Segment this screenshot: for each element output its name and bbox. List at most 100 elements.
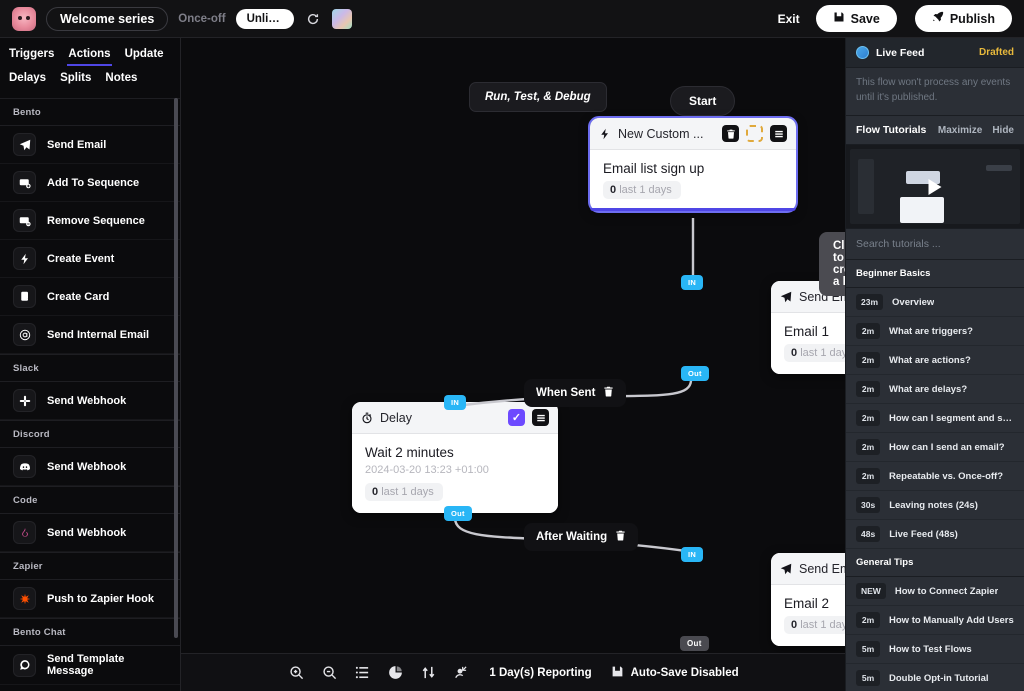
node-stat-text: last 1 days: [381, 486, 434, 498]
list-item[interactable]: NEW How to Connect Zapier: [846, 577, 1024, 606]
port-out-send-email-2[interactable]: Out: [680, 636, 709, 651]
tutorial-duration-badge: 2m: [856, 468, 880, 484]
list-item[interactable]: 48s Live Feed (48s): [846, 520, 1024, 549]
node-new-custom-trigger[interactable]: New Custom ... Email list sign up 0 last…: [588, 116, 798, 213]
list-item[interactable]: 30s Leaving notes (24s): [846, 491, 1024, 520]
hide-button[interactable]: Hide: [992, 125, 1014, 136]
tutorial-label: Repeatable vs. Once-off?: [889, 470, 1004, 482]
list-item[interactable]: 2m Repeatable vs. Once-off?: [846, 462, 1024, 491]
node-send-email-2[interactable]: Send Email Email 2 0 last 1 days: [771, 553, 845, 646]
trash-icon[interactable]: [603, 386, 614, 400]
sidebar-item-add-to-sequence[interactable]: Add To Sequence: [0, 164, 180, 202]
sidebar-item-discord-webhook[interactable]: Send Webhook: [0, 448, 180, 486]
list-item[interactable]: 23m Overview: [846, 288, 1024, 317]
zoom-out-icon[interactable]: [320, 664, 338, 682]
flow-canvas[interactable]: Run, Test, & Debug Start New Custom ...: [181, 38, 845, 691]
limit-pill[interactable]: Unlimi...: [235, 8, 294, 29]
node-stat-text: last 1 days: [619, 184, 672, 196]
sidebar-item-send-sms[interactable]: Send SMS: [0, 685, 180, 691]
save-label: Save: [850, 11, 880, 26]
list-item[interactable]: 2m How to Manually Add Users: [846, 606, 1024, 635]
sidebar-item-slack-webhook[interactable]: Send Webhook: [0, 382, 180, 420]
node-stat-text: last 1 days: [800, 619, 845, 631]
tutorial-duration-badge: 2m: [856, 323, 880, 339]
autosave-toggle[interactable]: Auto-Save Disabled: [611, 665, 739, 681]
port-in-send-email-1[interactable]: IN: [681, 275, 704, 290]
create-link-tooltip[interactable]: Click to create a link: [819, 232, 845, 296]
port-in-delay[interactable]: IN: [444, 395, 467, 410]
flow-thumbnail[interactable]: [331, 8, 352, 29]
pig-avatar-icon[interactable]: [12, 6, 36, 31]
tutorial-duration-badge: 5m: [856, 670, 880, 686]
tab-triggers[interactable]: Triggers: [8, 46, 55, 66]
tab-notes[interactable]: Notes: [104, 70, 138, 90]
sidebar-item-create-event[interactable]: Create Event: [0, 240, 180, 278]
node-sub-text: 2024-03-20 13:23 +01:00: [365, 464, 489, 476]
edge-label-after-waiting[interactable]: After Waiting: [524, 523, 639, 551]
refresh-icon[interactable]: [304, 10, 322, 28]
list-menu-icon[interactable]: [770, 125, 787, 142]
sidebar-item-send-internal-email[interactable]: Send Internal Email: [0, 316, 180, 354]
autosave-label: Auto-Save Disabled: [630, 666, 739, 679]
tutorial-duration-badge: NEW: [856, 583, 886, 599]
trash-icon[interactable]: [722, 125, 739, 142]
publish-button[interactable]: Publish: [914, 5, 1012, 32]
play-icon[interactable]: [928, 178, 942, 195]
trash-icon[interactable]: [615, 530, 626, 544]
left-sidebar: Triggers Actions Update Delays Splits No…: [0, 38, 181, 691]
port-in-send-email-2[interactable]: IN: [681, 547, 704, 562]
status-badge: Drafted: [978, 47, 1014, 58]
list-item[interactable]: 2m What are triggers?: [846, 317, 1024, 346]
exit-button[interactable]: Exit: [778, 12, 800, 26]
run-test-debug-button[interactable]: Run, Test, & Debug: [469, 82, 607, 112]
maximize-button[interactable]: Maximize: [938, 125, 982, 136]
add-user-icon[interactable]: [452, 664, 470, 682]
purple-check-icon[interactable]: ✓: [508, 409, 525, 426]
list-item[interactable]: 2m What are delays?: [846, 375, 1024, 404]
sidebar-item-send-template-message[interactable]: Send Template Message: [0, 646, 180, 685]
list-item[interactable]: 5m Double Opt-in Tutorial: [846, 664, 1024, 691]
node-header: New Custom ...: [590, 118, 796, 150]
tab-actions[interactable]: Actions: [67, 46, 112, 66]
tutorial-duration-badge: 2m: [856, 352, 880, 368]
node-delay[interactable]: Delay ✓ Wait 2 minutes 2024-03-20 13:23 …: [352, 402, 558, 513]
node-main-text: Email list sign up: [603, 161, 705, 176]
tab-delays[interactable]: Delays: [8, 70, 47, 90]
pie-chart-icon[interactable]: [386, 664, 404, 682]
list-item[interactable]: 2m What are actions?: [846, 346, 1024, 375]
code-webhook-icon: [13, 521, 36, 544]
sidebar-scrollbar[interactable]: [174, 98, 178, 638]
split-paths-icon[interactable]: [419, 664, 437, 682]
list-menu-icon[interactable]: [532, 409, 549, 426]
flow-name-field[interactable]: Welcome series: [46, 6, 169, 31]
sidebar-item-push-to-zapier-hook[interactable]: Push to Zapier Hook: [0, 580, 180, 618]
sidebar-item-code-webhook[interactable]: Send Webhook: [0, 514, 180, 552]
sidebar-item-send-email[interactable]: Send Email: [0, 126, 180, 164]
node-stat-count: 0: [372, 486, 379, 498]
sidebar-item-create-card[interactable]: Create Card: [0, 278, 180, 316]
list-item[interactable]: 2m How can I send an email?: [846, 433, 1024, 462]
schedule-type-label[interactable]: Once-off: [178, 13, 225, 25]
zoom-in-icon[interactable]: [287, 664, 305, 682]
port-out-send-email-1[interactable]: Out: [681, 366, 709, 381]
reporting-range-label: 1 Day(s) Reporting: [489, 666, 592, 679]
edge-label-when-sent[interactable]: When Sent: [524, 379, 627, 407]
tutorial-duration-badge: 2m: [856, 439, 880, 455]
node-main-text: Email 1: [784, 324, 830, 339]
tab-splits[interactable]: Splits: [59, 70, 92, 90]
tutorial-video-player[interactable]: [846, 145, 1024, 229]
port-out-delay[interactable]: Out: [444, 506, 472, 521]
sidebar-item-remove-sequence[interactable]: Remove Sequence: [0, 202, 180, 240]
list-item[interactable]: 2m How can I segment and split?: [846, 404, 1024, 433]
node-body: Email 2 0 last 1 days: [771, 585, 845, 646]
dashed-square-icon[interactable]: [746, 125, 763, 142]
tab-update[interactable]: Update: [124, 46, 165, 66]
video-mock-sidebar: [858, 159, 874, 214]
list-view-icon[interactable]: [353, 664, 371, 682]
save-button[interactable]: Save: [815, 5, 897, 32]
search-input[interactable]: [846, 229, 1024, 259]
reporting-range-button[interactable]: 1 Day(s) Reporting: [489, 667, 591, 679]
list-item[interactable]: 5m How to Test Flows: [846, 635, 1024, 664]
tutorial-duration-badge: 2m: [856, 612, 880, 628]
zapier-icon: [13, 587, 36, 610]
